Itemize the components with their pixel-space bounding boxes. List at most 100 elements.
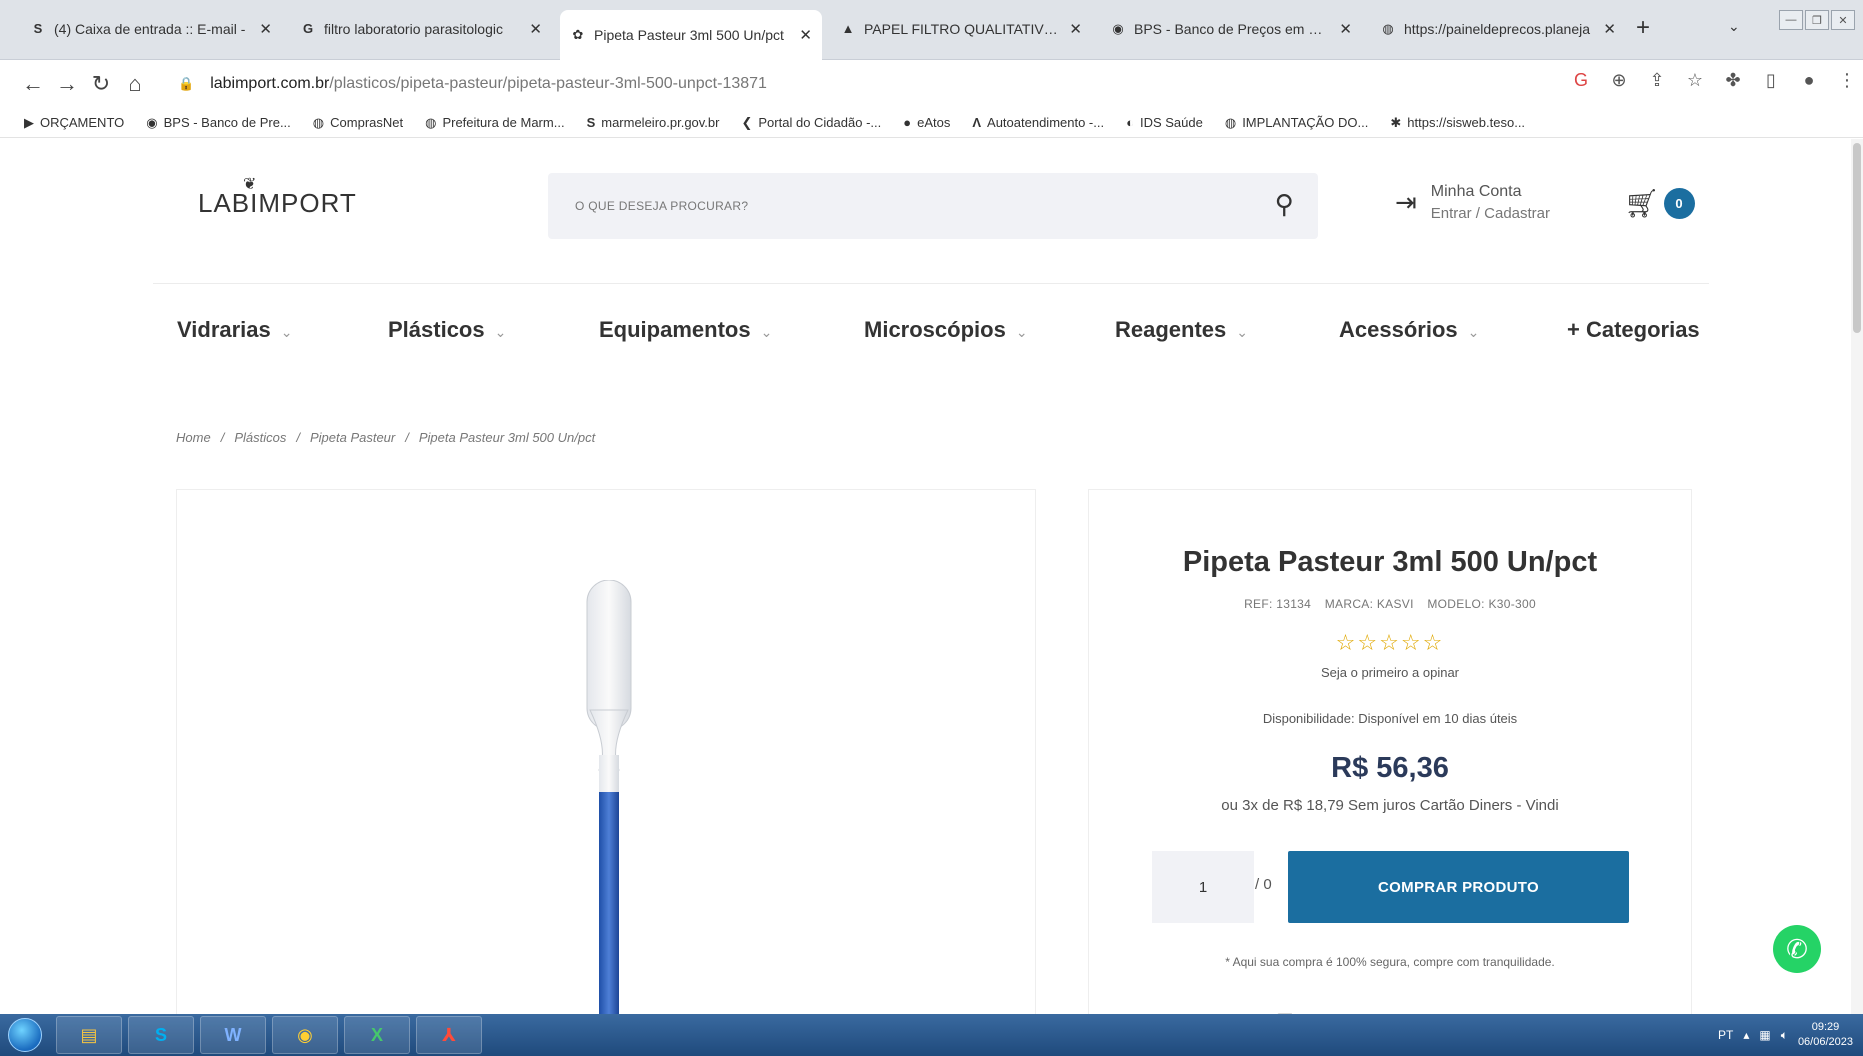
bookmark-item[interactable]: ● eAtos: [903, 115, 950, 130]
share-icon[interactable]: ⇪: [1641, 70, 1673, 91]
chevron-down-icon: ⌄: [280, 324, 293, 340]
rating-stars[interactable]: ☆☆☆☆☆: [1089, 630, 1691, 656]
breadcrumb-link[interactable]: Plásticos: [234, 430, 286, 445]
cart-count-badge: 0: [1663, 188, 1695, 219]
bookmark-label: Prefeitura de Marm...: [442, 115, 565, 130]
browser-menu-icon[interactable]: ⋮: [1831, 70, 1863, 91]
product-title: Pipeta Pasteur 3ml 500 Un/pct: [1182, 546, 1598, 578]
stock-count: / 0: [1255, 876, 1272, 893]
word-icon[interactable]: W: [200, 1016, 266, 1054]
browser-tab[interactable]: S (4) Caixa de entrada :: E-mail - ✕: [20, 10, 282, 48]
account-link[interactable]: ⇥ Minha Conta Entrar / Cadastrar: [1395, 183, 1550, 222]
tab-search-icon[interactable]: ⌄: [1728, 18, 1740, 35]
menu-item[interactable]: Equipamentos ⌄: [599, 317, 772, 343]
star-icon[interactable]: ☆: [1423, 630, 1445, 655]
reload-icon[interactable]: ↻: [84, 71, 118, 97]
bookmark-favicon-icon: ◍: [425, 114, 437, 130]
tab-close-icon[interactable]: ✕: [529, 20, 542, 38]
language-indicator[interactable]: PT: [1718, 1028, 1733, 1042]
scrollbar-thumb[interactable]: [1853, 143, 1861, 333]
taskbar-clock[interactable]: 09:29 06/06/2023: [1798, 1020, 1853, 1050]
extensions-icon[interactable]: ✤: [1717, 70, 1749, 91]
bookmark-item[interactable]: Λ Autoatendimento -...: [972, 115, 1104, 130]
bookmark-star-icon[interactable]: ☆: [1679, 70, 1711, 91]
menu-item[interactable]: Plásticos ⌄: [388, 317, 506, 343]
bookmark-item[interactable]: Smarmeleiro.pr.gov.br: [587, 115, 720, 130]
lock-icon[interactable]: 🔒: [178, 76, 194, 92]
tab-close-icon[interactable]: ✕: [1603, 20, 1616, 38]
search-input[interactable]: O QUE DESEJA PROCURAR? ⚲: [548, 173, 1318, 239]
category-menu: Vidrarias ⌄ Plásticos ⌄ Equipamentos ⌄ Microsc…: [177, 317, 1700, 357]
browser-tab[interactable]: ◍ https://paineldeprecos.planeja ✕: [1370, 10, 1626, 48]
profile-icon[interactable]: ●: [1793, 70, 1825, 91]
product-model: MODELO: K30-300: [1427, 597, 1536, 611]
browser-tab[interactable]: Gfiltro laboratorio parasitologic ✕: [290, 10, 552, 48]
google-translate-icon[interactable]: G: [1565, 70, 1597, 91]
labimport-logo[interactable]: ❦ LABIMPORT: [198, 176, 357, 219]
menu-item-label: Reagentes: [1115, 317, 1227, 342]
pdf-reader-icon[interactable]: ⅄: [416, 1016, 482, 1054]
cart-button[interactable]: 🛒︎ 0: [1624, 187, 1695, 220]
excel-icon[interactable]: X: [344, 1016, 410, 1054]
bookmark-item[interactable]: ◍ IMPLANTAÇÃO DO...: [1225, 115, 1369, 131]
breadcrumb-link[interactable]: Pipeta Pasteur: [310, 430, 395, 445]
tray-arrow-icon[interactable]: ▴: [1743, 1028, 1749, 1042]
bookmark-item[interactable]: ◍ ComprasNet: [313, 115, 403, 131]
home-icon[interactable]: ⌂: [118, 71, 152, 97]
skype-icon[interactable]: S: [128, 1016, 194, 1054]
network-icon[interactable]: ▦: [1759, 1028, 1770, 1042]
tab-favicon-icon: ✿: [572, 27, 584, 42]
star-icon[interactable]: ☆: [1401, 630, 1423, 655]
bookmark-item[interactable]: ✱ https://sisweb.teso...: [1390, 115, 1525, 131]
browser-tab[interactable]: ▲ PAPEL FILTRO QUALITATIVO 80 ✕: [830, 10, 1092, 48]
tab-close-icon[interactable]: ✕: [259, 20, 272, 38]
header-divider: [153, 283, 1709, 284]
start-button[interactable]: [0, 1014, 50, 1056]
minimize-icon[interactable]: —: [1779, 10, 1803, 30]
volume-icon[interactable]: 🔈︎: [1781, 1028, 1788, 1043]
bookmark-label: https://sisweb.teso...: [1407, 115, 1526, 130]
star-icon[interactable]: ☆: [1336, 630, 1358, 655]
star-icon[interactable]: ☆: [1379, 630, 1401, 655]
product-image-pipette[interactable]: [582, 580, 636, 1014]
zoom-icon[interactable]: ⊕: [1603, 70, 1635, 91]
bookmark-label: ComprasNet: [330, 115, 404, 130]
breadcrumb-link[interactable]: Home: [176, 430, 211, 445]
menu-item[interactable]: Microscópios ⌄: [864, 317, 1028, 343]
bookmark-item[interactable]: ◉ BPS - Banco de Pre...: [146, 115, 291, 131]
browser-tab[interactable]: ✿ Pipeta Pasteur 3ml 500 Un/pct ✕: [560, 10, 822, 60]
tab-close-icon[interactable]: ✕: [799, 26, 812, 44]
side-panel-icon[interactable]: ▯: [1755, 70, 1787, 91]
page-scrollbar[interactable]: [1851, 139, 1863, 1014]
chrome-icon[interactable]: ◉: [272, 1016, 338, 1054]
bookmark-item[interactable]: ▶ ORÇAMENTO: [24, 115, 124, 131]
file-explorer-icon[interactable]: ▤: [56, 1016, 122, 1054]
quantity-input[interactable]: 1: [1152, 851, 1254, 923]
forward-icon[interactable]: →: [50, 71, 84, 97]
menu-item[interactable]: + Categorias: [1567, 317, 1700, 343]
bookmark-item[interactable]: ❮ Portal do Cidadão -...: [741, 115, 881, 131]
tab-close-icon[interactable]: ✕: [1339, 20, 1352, 38]
bookmark-item[interactable]: ◍ Prefeitura de Marm...: [425, 115, 564, 131]
star-icon[interactable]: ☆: [1357, 630, 1379, 655]
new-tab-button[interactable]: +: [1636, 14, 1650, 42]
buy-product-button[interactable]: COMPRAR PRODUTO: [1288, 851, 1629, 923]
tab-close-icon[interactable]: ✕: [1069, 20, 1082, 38]
search-icon[interactable]: ⚲: [1275, 189, 1294, 220]
bookmark-favicon-icon: ◐: [1126, 115, 1134, 130]
menu-item[interactable]: Vidrarias ⌄: [177, 317, 293, 343]
maximize-icon[interactable]: ❐: [1805, 10, 1829, 30]
url-field[interactable]: 🔒 labimport.com.br/plasticos/pipeta-past…: [178, 68, 1518, 100]
bookmark-item[interactable]: ◐ IDS Saúde: [1126, 115, 1203, 130]
menu-item[interactable]: Acessórios ⌄: [1339, 317, 1479, 343]
menu-item[interactable]: Reagentes ⌄: [1115, 317, 1248, 343]
product-meta: REF: 13134 MARCA: KASVI MODELO: K30-300: [1089, 597, 1691, 611]
whatsapp-chat-icon[interactable]: ✆: [1773, 925, 1821, 973]
back-icon[interactable]: ←: [16, 71, 50, 97]
close-window-icon[interactable]: ✕: [1831, 10, 1855, 30]
availability-text: Disponibilidade: Disponível em 10 dias ú…: [1262, 711, 1518, 726]
bookmark-label: BPS - Banco de Pre...: [163, 115, 291, 130]
review-prompt-link[interactable]: Seja o primeiro a opinar: [1089, 665, 1691, 680]
bookmark-favicon-icon: ❮: [741, 114, 753, 130]
browser-tab[interactable]: ◉ BPS - Banco de Preços em Saú ✕: [1100, 10, 1362, 48]
